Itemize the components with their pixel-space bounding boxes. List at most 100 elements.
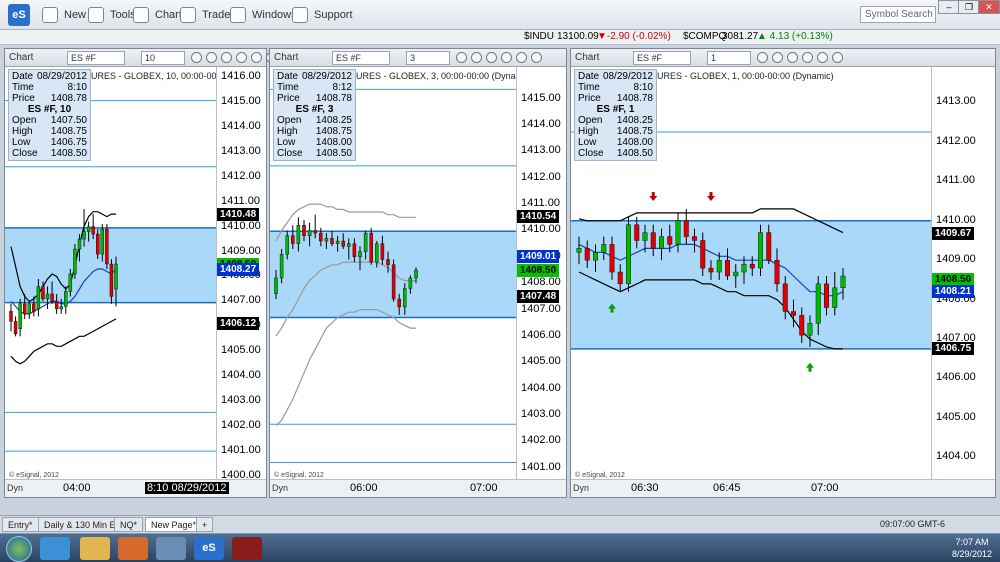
chart-button[interactable]: Chart (133, 6, 182, 24)
candle-body (307, 230, 312, 236)
symbol-input[interactable]: ES #F (633, 51, 691, 65)
edit-icon[interactable] (787, 52, 798, 63)
close-icon[interactable]: ✕ (978, 0, 1000, 14)
time-tick-label: 07:00 (811, 482, 839, 494)
price-tick-label: 1413.00 (936, 95, 976, 108)
info-value: 1406.75 (50, 137, 87, 148)
price-axis[interactable]: 1416.00 1415.00 1414.00 1413.00 1412.00 1411.… (216, 67, 266, 481)
candle-body (642, 232, 648, 241)
edit-icon[interactable] (221, 52, 232, 63)
chart-title: Chart (274, 52, 299, 63)
refresh-icon[interactable] (236, 52, 247, 63)
chart-window-3min[interactable]: Chart ES #F 3 Date 08/29/2012 Time 8:12 Price 14… (269, 48, 567, 498)
windows-icon (230, 7, 246, 23)
candle-body (59, 306, 63, 310)
candle-body (100, 228, 105, 255)
start-button[interactable] (6, 536, 32, 562)
symbol-input[interactable]: ES #F (332, 51, 390, 65)
interval-input[interactable]: 1 (707, 51, 751, 65)
add-tab-button[interactable]: + (196, 517, 214, 532)
explorer-icon[interactable] (80, 537, 110, 560)
chart-window-1min[interactable]: Chart ES #F 1 Date 08/29/2012 Time 8:10 Price 14… (570, 48, 996, 498)
chart-plot-area[interactable]: Date 08/29/2012 Time 8:10 Price 1408.78 ES #F,… (5, 67, 216, 481)
candle-body (659, 236, 664, 249)
candle-body (91, 226, 95, 235)
info-value: 1408.78 (315, 93, 352, 104)
link-icon[interactable] (456, 52, 467, 63)
price-marker-tag: 1406.12 (217, 316, 260, 330)
dyn-button[interactable]: Dyn (272, 483, 288, 493)
chart-description: URES - GLOBEX, 10, 00:00-00:00 (Dynamic) (91, 71, 216, 81)
price-marker-tag: 1410.54 (517, 209, 560, 223)
tools-button[interactable]: Tools (88, 6, 136, 24)
media-player-icon[interactable] (118, 537, 148, 560)
tab-nq[interactable]: NQ* (114, 517, 144, 532)
refresh-icon[interactable] (802, 52, 813, 63)
price-axis[interactable]: 1415.00 1414.00 1413.00 1412.00 1411.00 1410.… (516, 67, 566, 481)
dyn-button[interactable]: Dyn (7, 483, 23, 493)
app-taskbar-icon[interactable] (232, 537, 262, 560)
play-icon[interactable] (817, 52, 828, 63)
symbol-search-input[interactable]: Symbol Search (860, 6, 936, 23)
interval-input[interactable]: 3 (406, 51, 450, 65)
esignal-logo[interactable]: eS (8, 4, 30, 26)
play-icon[interactable] (516, 52, 527, 63)
esignal-taskbar-icon[interactable]: eS (194, 537, 224, 560)
info-value: 8:12 (332, 82, 352, 93)
ie-icon[interactable] (40, 537, 70, 560)
tab-new-page[interactable]: New Page* (145, 517, 203, 532)
trade-label: Trade (202, 9, 231, 21)
refresh-icon[interactable] (501, 52, 512, 63)
info-row: Open 1407.50 (12, 115, 87, 126)
info-row: Date 08/29/2012 (12, 71, 87, 82)
price-tick-label: 1414.00 (521, 118, 561, 130)
candle-body (700, 240, 706, 269)
price-tick-label: 1404.00 (521, 381, 561, 394)
link-icon[interactable] (757, 52, 768, 63)
chart-window-10min[interactable]: Chart ES #F 10 Date 08/29/2012 Time 8:10 Price 1… (4, 48, 277, 498)
play-icon[interactable] (251, 52, 262, 63)
time-axis[interactable]: Dyn 06:00 07:00 (270, 479, 566, 497)
info-value: 1408.00 (315, 137, 352, 148)
desktop-icon[interactable] (156, 537, 186, 560)
chart-label: Chart (155, 9, 182, 21)
chart-plot-area[interactable]: Date 08/29/2012 Time 8:10 Price 1408.78 ES #F,… (571, 67, 931, 481)
new-button[interactable]: New (42, 6, 86, 24)
candle-body (96, 233, 100, 255)
draw-icon[interactable] (206, 52, 217, 63)
support-button[interactable]: Support (292, 6, 353, 24)
system-clock[interactable]: 7:07 AM 8/29/2012 (952, 536, 992, 560)
tag-icon[interactable] (832, 52, 843, 63)
edit-icon[interactable] (486, 52, 497, 63)
indicator-line (275, 309, 416, 427)
draw-icon[interactable] (471, 52, 482, 63)
price-tick-label: 1412.00 (936, 134, 976, 147)
draw-icon[interactable] (772, 52, 783, 63)
dyn-button[interactable]: Dyn (573, 483, 589, 493)
restore-icon[interactable]: ❐ (958, 0, 980, 14)
chart-description: URES - GLOBEX, 3, 00:00-00:00 (Dynamic) (356, 71, 516, 81)
info-label: High (12, 126, 33, 137)
chart-plot-area[interactable]: Date 08/29/2012 Time 8:12 Price 1408.78 ES #F,… (270, 67, 516, 481)
minimize-icon[interactable]: – (938, 0, 960, 14)
windows-button[interactable]: Windows (230, 6, 297, 24)
info-value: 08/29/2012 (301, 71, 352, 82)
time-axis[interactable]: Dyn 06:30 06:45 07:00 (571, 479, 995, 497)
tab-entry[interactable]: Entry* (2, 517, 39, 532)
info-label: Close (578, 148, 604, 159)
candle-body (109, 263, 114, 297)
symbol-input[interactable]: ES #F (67, 51, 125, 65)
link-icon[interactable] (191, 52, 202, 63)
compq-symbol: $COMPQ (683, 31, 727, 42)
candle-body (324, 238, 329, 242)
candle-body (32, 303, 36, 312)
info-label: High (578, 126, 599, 137)
tag-icon[interactable] (531, 52, 542, 63)
price-marker-tag: 1407.48 (517, 290, 560, 304)
info-value: 8:10 (67, 82, 87, 93)
trade-button[interactable]: Trade (180, 6, 230, 24)
candle-body (692, 236, 697, 241)
interval-input[interactable]: 10 (141, 51, 185, 65)
price-axis[interactable]: 1413.00 1412.00 1411.00 1410.00 1409.00 1408.… (931, 67, 995, 481)
time-axis[interactable]: Dyn04:0006:008:10 08/29/2012 (5, 479, 266, 497)
